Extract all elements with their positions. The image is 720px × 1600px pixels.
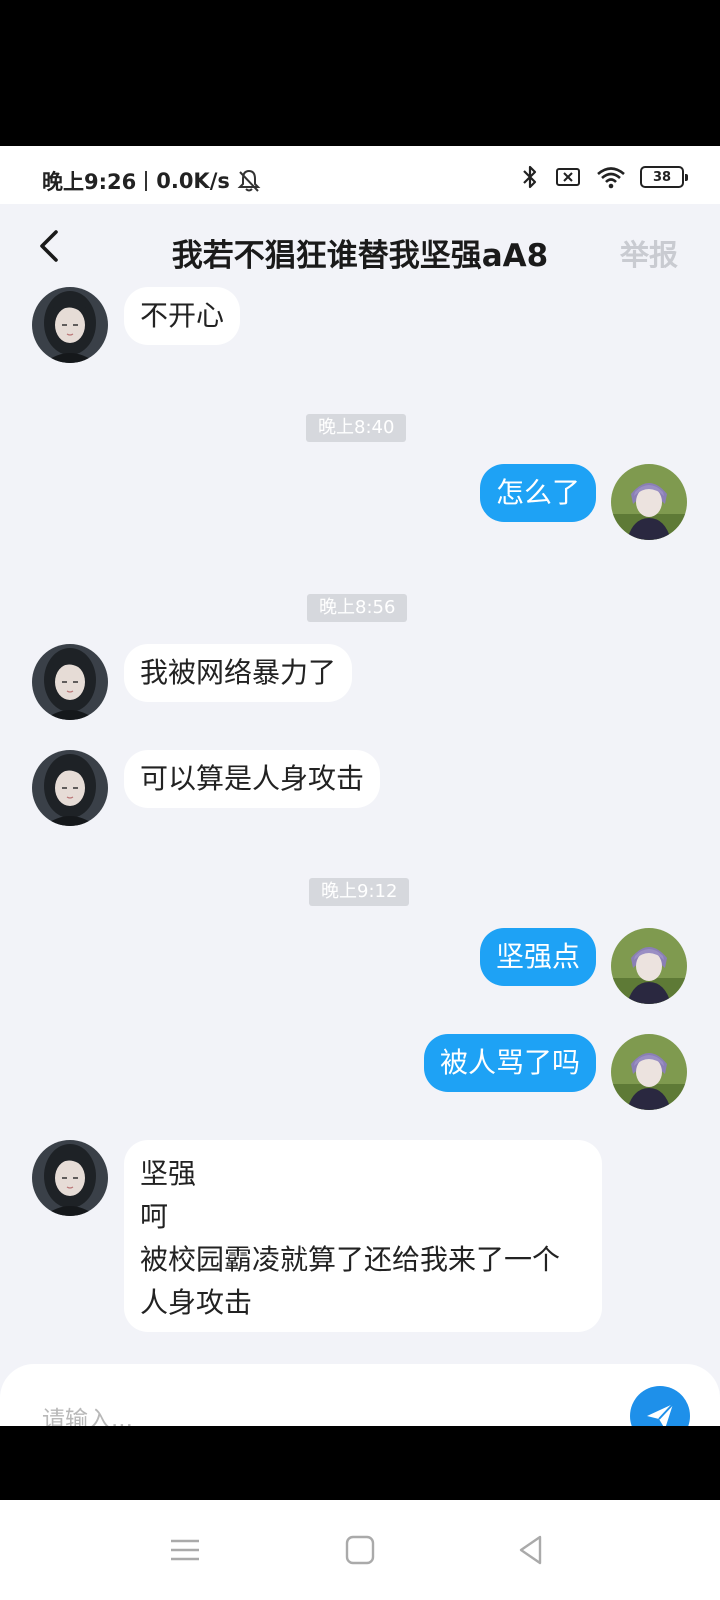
no-sim-icon bbox=[556, 168, 580, 186]
top-letterbox bbox=[0, 0, 720, 146]
contact-avatar[interactable] bbox=[32, 287, 108, 363]
send-icon bbox=[647, 1403, 674, 1426]
status-left: 晚上9:26 0.0K/s bbox=[42, 166, 262, 196]
back-triangle-icon[interactable] bbox=[512, 1530, 552, 1570]
wifi-icon bbox=[597, 167, 625, 189]
incoming-message-bubble[interactable]: 可以算是人身攻击 bbox=[124, 750, 381, 808]
bluetooth-icon bbox=[523, 165, 537, 189]
status-net-speed: 0.0K/s bbox=[156, 169, 230, 193]
message-input-bar: 请输入... bbox=[0, 1364, 720, 1426]
home-square-icon[interactable] bbox=[340, 1530, 380, 1570]
my-avatar[interactable] bbox=[611, 928, 687, 1004]
bell-muted-icon bbox=[237, 169, 261, 192]
timestamp-chip: 晚上8:56 bbox=[307, 594, 408, 622]
boy-avatar-icon bbox=[611, 1034, 687, 1110]
outgoing-message-bubble[interactable]: 坚强点 bbox=[479, 928, 596, 986]
my-avatar[interactable] bbox=[611, 1034, 687, 1110]
contact-avatar[interactable] bbox=[32, 644, 108, 720]
status-time: 晚上9:26 bbox=[42, 170, 137, 194]
outgoing-message-bubble[interactable]: 怎么了 bbox=[479, 464, 596, 522]
chat-title: 我若不猖狂谁替我坚强aA8 bbox=[171, 238, 549, 274]
chat-screen: 晚上9:26 0.0K/s 38 我若不猖狂谁替我坚强aA8 举报 不开心 晚上… bbox=[0, 146, 720, 1426]
boy-avatar-icon bbox=[611, 928, 687, 1004]
incoming-message-bubble[interactable]: 我被网络暴力了 bbox=[124, 644, 353, 702]
message-line: 呵 bbox=[140, 1200, 169, 1233]
report-button[interactable]: 举报 bbox=[620, 232, 678, 274]
timestamp-chip: 晚上8:40 bbox=[306, 414, 407, 442]
girl-avatar-icon bbox=[32, 750, 108, 826]
boy-avatar-icon bbox=[611, 464, 687, 540]
system-nav-bar bbox=[0, 1500, 720, 1600]
my-avatar[interactable] bbox=[611, 464, 687, 540]
message-input[interactable]: 请输入... bbox=[42, 1400, 133, 1426]
message-line: 坚强 bbox=[140, 1157, 197, 1190]
status-separator bbox=[145, 171, 148, 191]
outgoing-message-bubble[interactable]: 被人骂了吗 bbox=[423, 1034, 596, 1092]
message-line: 被校园霸凌就算了还给我来了一个人身攻击 bbox=[140, 1243, 561, 1319]
incoming-message-bubble[interactable]: 不开心 bbox=[124, 287, 241, 345]
contact-avatar[interactable] bbox=[32, 750, 108, 826]
battery-indicator: 38 bbox=[640, 166, 688, 188]
menu-icon[interactable] bbox=[165, 1530, 205, 1570]
timestamp-chip: 晚上9:12 bbox=[309, 878, 410, 906]
status-bar: 晚上9:26 0.0K/s 38 bbox=[0, 146, 720, 204]
status-right: 38 bbox=[520, 164, 688, 190]
contact-avatar[interactable] bbox=[32, 1140, 108, 1216]
girl-avatar-icon bbox=[32, 287, 108, 363]
incoming-message-bubble[interactable]: 坚强 呵 被校园霸凌就算了还给我来了一个人身攻击 bbox=[124, 1140, 602, 1332]
bottom-letterbox bbox=[0, 1426, 720, 1500]
battery-level: 38 bbox=[652, 169, 672, 185]
send-button[interactable] bbox=[630, 1386, 690, 1426]
girl-avatar-icon bbox=[32, 644, 108, 720]
girl-avatar-icon bbox=[32, 1140, 108, 1216]
chat-header: 我若不猖狂谁替我坚强aA8 举报 bbox=[0, 204, 720, 288]
